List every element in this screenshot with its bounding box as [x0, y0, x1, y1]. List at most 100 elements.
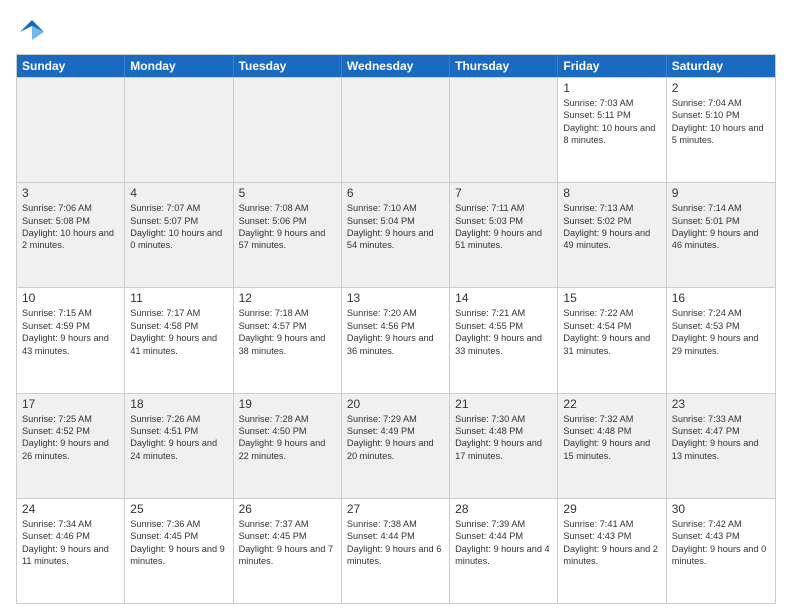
calendar-cell: 15 Sunrise: 7:22 AM Sunset: 4:54 PM Dayli… — [558, 288, 666, 392]
day-number: 1 — [563, 81, 660, 95]
header-day-monday: Monday — [125, 55, 233, 77]
cell-info: Sunrise: 7:20 AM Sunset: 4:56 PM Dayligh… — [347, 307, 444, 357]
day-number: 6 — [347, 186, 444, 200]
cell-info: Sunrise: 7:08 AM Sunset: 5:06 PM Dayligh… — [239, 202, 336, 252]
calendar-cell: 13 Sunrise: 7:20 AM Sunset: 4:56 PM Dayli… — [342, 288, 450, 392]
page: SundayMondayTuesdayWednesdayThursdayFrid… — [0, 0, 792, 612]
cell-info: Sunrise: 7:10 AM Sunset: 5:04 PM Dayligh… — [347, 202, 444, 252]
header — [16, 12, 776, 48]
day-number: 5 — [239, 186, 336, 200]
cell-info: Sunrise: 7:26 AM Sunset: 4:51 PM Dayligh… — [130, 413, 227, 463]
calendar-cell — [125, 78, 233, 182]
day-number: 10 — [22, 291, 119, 305]
calendar-cell: 26 Sunrise: 7:37 AM Sunset: 4:45 PM Dayli… — [234, 499, 342, 603]
day-number: 28 — [455, 502, 552, 516]
day-number: 25 — [130, 502, 227, 516]
cell-info: Sunrise: 7:24 AM Sunset: 4:53 PM Dayligh… — [672, 307, 770, 357]
header-day-sunday: Sunday — [17, 55, 125, 77]
day-number: 17 — [22, 397, 119, 411]
calendar-row-0: 1 Sunrise: 7:03 AM Sunset: 5:11 PM Daylig… — [17, 77, 775, 182]
calendar-body: 1 Sunrise: 7:03 AM Sunset: 5:11 PM Daylig… — [17, 77, 775, 603]
calendar-cell: 20Sunrise: 7:29 AM Sunset: 4:49 PM Dayli… — [342, 394, 450, 498]
calendar-cell: 27 Sunrise: 7:38 AM Sunset: 4:44 PM Dayli… — [342, 499, 450, 603]
cell-info: Sunrise: 7:30 AM Sunset: 4:48 PM Dayligh… — [455, 413, 552, 463]
calendar-cell: 23 Sunrise: 7:33 AM Sunset: 4:47 PM Dayli… — [667, 394, 775, 498]
day-number: 24 — [22, 502, 119, 516]
calendar-cell: 16Sunrise: 7:24 AM Sunset: 4:53 PM Dayli… — [667, 288, 775, 392]
cell-info: Sunrise: 7:39 AM Sunset: 4:44 PM Dayligh… — [455, 518, 552, 568]
logo-icon — [16, 16, 48, 48]
day-number: 7 — [455, 186, 552, 200]
day-number: 21 — [455, 397, 552, 411]
cell-info: Sunrise: 7:38 AM Sunset: 4:44 PM Dayligh… — [347, 518, 444, 568]
cell-info: Sunrise: 7:28 AM Sunset: 4:50 PM Dayligh… — [239, 413, 336, 463]
cell-info: Sunrise: 7:33 AM Sunset: 4:47 PM Dayligh… — [672, 413, 770, 463]
calendar-cell: 19Sunrise: 7:28 AM Sunset: 4:50 PM Dayli… — [234, 394, 342, 498]
calendar-cell: 17 Sunrise: 7:25 AM Sunset: 4:52 PM Dayli… — [17, 394, 125, 498]
calendar-cell: 14 Sunrise: 7:21 AM Sunset: 4:55 PM Dayli… — [450, 288, 558, 392]
day-number: 15 — [563, 291, 660, 305]
day-number: 27 — [347, 502, 444, 516]
calendar-cell: 11Sunrise: 7:17 AM Sunset: 4:58 PM Dayli… — [125, 288, 233, 392]
calendar-row-2: 10 Sunrise: 7:15 AM Sunset: 4:59 PM Dayli… — [17, 287, 775, 392]
cell-info: Sunrise: 7:22 AM Sunset: 4:54 PM Dayligh… — [563, 307, 660, 357]
calendar-cell: 22 Sunrise: 7:32 AM Sunset: 4:48 PM Dayli… — [558, 394, 666, 498]
cell-info: Sunrise: 7:06 AM Sunset: 5:08 PM Dayligh… — [22, 202, 119, 252]
calendar-cell: 18 Sunrise: 7:26 AM Sunset: 4:51 PM Dayli… — [125, 394, 233, 498]
cell-info: Sunrise: 7:36 AM Sunset: 4:45 PM Dayligh… — [130, 518, 227, 568]
cell-info: Sunrise: 7:21 AM Sunset: 4:55 PM Dayligh… — [455, 307, 552, 357]
cell-info: Sunrise: 7:18 AM Sunset: 4:57 PM Dayligh… — [239, 307, 336, 357]
cell-info: Sunrise: 7:11 AM Sunset: 5:03 PM Dayligh… — [455, 202, 552, 252]
calendar-cell: 24 Sunrise: 7:34 AM Sunset: 4:46 PM Dayli… — [17, 499, 125, 603]
cell-info: Sunrise: 7:32 AM Sunset: 4:48 PM Dayligh… — [563, 413, 660, 463]
cell-info: Sunrise: 7:13 AM Sunset: 5:02 PM Dayligh… — [563, 202, 660, 252]
cell-info: Sunrise: 7:15 AM Sunset: 4:59 PM Dayligh… — [22, 307, 119, 357]
calendar-cell: 6 Sunrise: 7:10 AM Sunset: 5:04 PM Daylig… — [342, 183, 450, 287]
calendar-cell — [450, 78, 558, 182]
day-number: 2 — [672, 81, 770, 95]
day-number: 14 — [455, 291, 552, 305]
day-number: 8 — [563, 186, 660, 200]
calendar-cell — [234, 78, 342, 182]
calendar-row-1: 3 Sunrise: 7:06 AM Sunset: 5:08 PM Daylig… — [17, 182, 775, 287]
cell-info: Sunrise: 7:41 AM Sunset: 4:43 PM Dayligh… — [563, 518, 660, 568]
calendar-cell: 29 Sunrise: 7:41 AM Sunset: 4:43 PM Dayli… — [558, 499, 666, 603]
calendar-cell: 21 Sunrise: 7:30 AM Sunset: 4:48 PM Dayli… — [450, 394, 558, 498]
header-day-saturday: Saturday — [667, 55, 775, 77]
calendar-cell: 5 Sunrise: 7:08 AM Sunset: 5:06 PM Daylig… — [234, 183, 342, 287]
cell-info: Sunrise: 7:04 AM Sunset: 5:10 PM Dayligh… — [672, 97, 770, 147]
day-number: 30 — [672, 502, 770, 516]
cell-info: Sunrise: 7:14 AM Sunset: 5:01 PM Dayligh… — [672, 202, 770, 252]
day-number: 26 — [239, 502, 336, 516]
calendar-row-4: 24 Sunrise: 7:34 AM Sunset: 4:46 PM Dayli… — [17, 498, 775, 603]
day-number: 13 — [347, 291, 444, 305]
calendar-cell: 10 Sunrise: 7:15 AM Sunset: 4:59 PM Dayli… — [17, 288, 125, 392]
header-day-wednesday: Wednesday — [342, 55, 450, 77]
calendar-cell: 8 Sunrise: 7:13 AM Sunset: 5:02 PM Daylig… — [558, 183, 666, 287]
calendar-cell: 1 Sunrise: 7:03 AM Sunset: 5:11 PM Daylig… — [558, 78, 666, 182]
day-number: 20 — [347, 397, 444, 411]
cell-info: Sunrise: 7:07 AM Sunset: 5:07 PM Dayligh… — [130, 202, 227, 252]
cell-info: Sunrise: 7:25 AM Sunset: 4:52 PM Dayligh… — [22, 413, 119, 463]
day-number: 22 — [563, 397, 660, 411]
calendar-cell: 2 Sunrise: 7:04 AM Sunset: 5:10 PM Daylig… — [667, 78, 775, 182]
day-number: 3 — [22, 186, 119, 200]
calendar-row-3: 17 Sunrise: 7:25 AM Sunset: 4:52 PM Dayli… — [17, 393, 775, 498]
calendar-cell: 7 Sunrise: 7:11 AM Sunset: 5:03 PM Daylig… — [450, 183, 558, 287]
calendar-cell: 12 Sunrise: 7:18 AM Sunset: 4:57 PM Dayli… — [234, 288, 342, 392]
cell-info: Sunrise: 7:03 AM Sunset: 5:11 PM Dayligh… — [563, 97, 660, 147]
header-day-thursday: Thursday — [450, 55, 558, 77]
calendar-cell: 25 Sunrise: 7:36 AM Sunset: 4:45 PM Dayli… — [125, 499, 233, 603]
day-number: 18 — [130, 397, 227, 411]
cell-info: Sunrise: 7:34 AM Sunset: 4:46 PM Dayligh… — [22, 518, 119, 568]
day-number: 9 — [672, 186, 770, 200]
cell-info: Sunrise: 7:37 AM Sunset: 4:45 PM Dayligh… — [239, 518, 336, 568]
calendar-cell: 30Sunrise: 7:42 AM Sunset: 4:43 PM Dayli… — [667, 499, 775, 603]
day-number: 29 — [563, 502, 660, 516]
day-number: 12 — [239, 291, 336, 305]
day-number: 11 — [130, 291, 227, 305]
day-number: 23 — [672, 397, 770, 411]
calendar-cell: 4Sunrise: 7:07 AM Sunset: 5:07 PM Daylig… — [125, 183, 233, 287]
calendar-cell: 9 Sunrise: 7:14 AM Sunset: 5:01 PM Daylig… — [667, 183, 775, 287]
header-day-friday: Friday — [558, 55, 666, 77]
